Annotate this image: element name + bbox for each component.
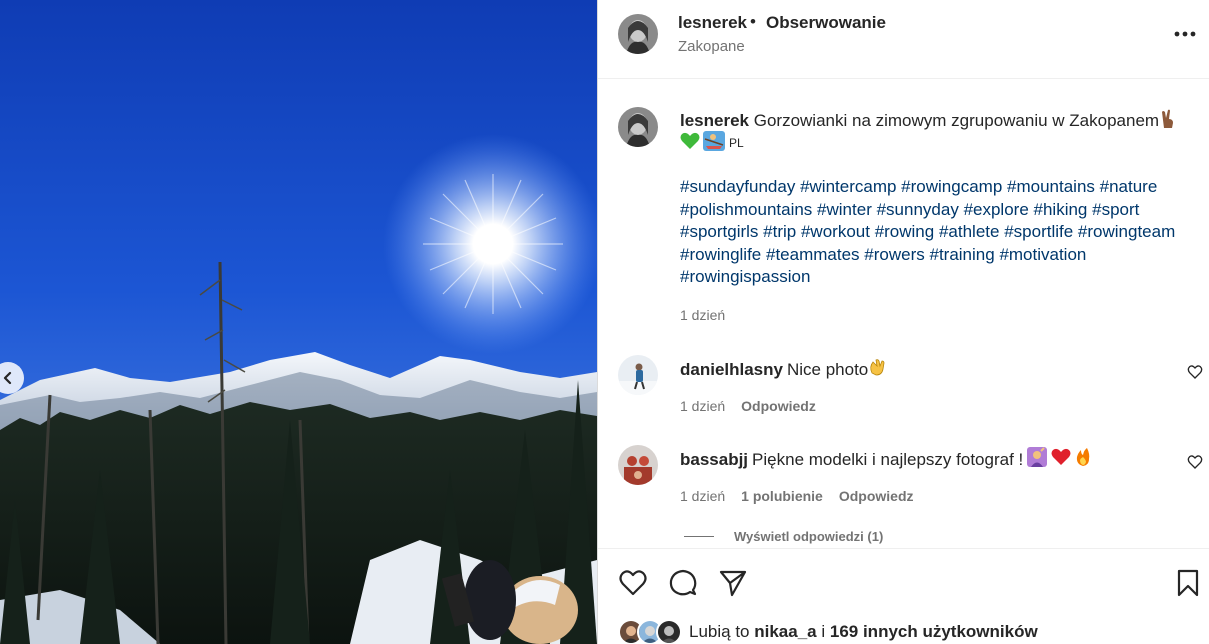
likes-text: Lubią to nikaa_a i 169 innych użytkownik… xyxy=(689,622,1038,642)
replies-divider-line xyxy=(684,536,714,537)
comment-timestamp[interactable]: 1 dzień xyxy=(680,488,725,504)
hashtag-link[interactable]: #rowinglife xyxy=(680,245,761,264)
red-heart-emoji xyxy=(1051,448,1071,472)
hashtag-link[interactable]: #rowingteam xyxy=(1078,222,1175,241)
hashtag-link[interactable]: #hiking xyxy=(1034,200,1088,219)
like-comment-button[interactable] xyxy=(1187,364,1203,380)
liker-avatar xyxy=(656,619,682,644)
hashtag-link[interactable]: #rowers xyxy=(864,245,924,264)
comment-line: danielhlasny Nice photo xyxy=(680,357,888,383)
comment-item: danielhlasny Nice photo 1 dzień Odpowied… xyxy=(598,355,1209,445)
post-photo[interactable] xyxy=(0,0,597,644)
hashtag-link[interactable]: #sport xyxy=(1092,200,1139,219)
clapping-hands-emoji xyxy=(868,357,888,383)
likes-summary: Lubią to nikaa_a i 169 innych użytkownik… xyxy=(618,619,1038,644)
author-avatar[interactable] xyxy=(618,14,658,54)
post-details-panel: lesnerek • Obserwowanie Zakopane lesnere… xyxy=(598,0,1209,644)
view-replies-label: Wyświetl odpowiedzi (1) xyxy=(734,529,884,544)
fire-emoji xyxy=(1075,447,1091,473)
comment-username[interactable]: danielhlasny xyxy=(680,359,783,381)
post-action-bar: Lubią to nikaa_a i 169 innych użytkownik… xyxy=(598,548,1209,644)
like-button[interactable] xyxy=(618,568,648,598)
caption-text: Gorzowianki na zimowym zgrupowaniu w Zak… xyxy=(753,111,1160,130)
comment-button[interactable] xyxy=(668,568,698,598)
comment-timestamp[interactable]: 1 dzień xyxy=(680,398,725,414)
chevron-left-icon xyxy=(3,371,12,385)
author-username[interactable]: lesnerek xyxy=(678,13,747,33)
commenter-avatar[interactable] xyxy=(618,445,658,485)
save-button[interactable] xyxy=(1173,568,1203,598)
likes-conjunction: i xyxy=(821,622,826,641)
caption: lesnerek Gorzowianki na zimowym zgrupowa… xyxy=(680,109,1200,135)
likes-prefix: Lubią to xyxy=(689,622,750,641)
reply-button[interactable]: Odpowiedz xyxy=(741,398,816,414)
bookmark-icon xyxy=(1177,569,1199,597)
hashtag-link[interactable]: #mountains xyxy=(1007,177,1095,196)
rowing-person-emoji xyxy=(703,130,725,156)
following-button[interactable]: Obserwowanie xyxy=(766,13,886,33)
hashtag-link[interactable]: #rowing xyxy=(875,222,935,241)
other-likers-link[interactable]: 169 innych użytkowników xyxy=(830,622,1038,641)
victory-hand-emoji xyxy=(1160,109,1176,135)
comment-meta: 1 dzień Odpowiedz xyxy=(680,398,816,414)
flag-pl-label: PL xyxy=(729,136,744,150)
like-comment-button[interactable] xyxy=(1187,454,1203,470)
hashtag-link[interactable]: #workout xyxy=(801,222,870,241)
comment-item: bassabjj Piękne modelki i najlepszy foto… xyxy=(598,445,1209,535)
comment-meta: 1 dzień 1 polubienie Odpowiedz xyxy=(680,488,914,504)
heart-outline-icon xyxy=(1187,365,1203,379)
post-location[interactable]: Zakopane xyxy=(678,38,745,55)
comment-icon xyxy=(669,569,697,596)
hashtag-link[interactable]: #sportlife xyxy=(1004,222,1073,241)
caption-emoji-line: PL xyxy=(680,130,744,156)
share-icon xyxy=(719,570,747,597)
hashtag-link[interactable]: #trip xyxy=(763,222,796,241)
comment-username[interactable]: bassabjj xyxy=(680,449,748,471)
hashtag-link[interactable]: #explore xyxy=(964,200,1029,219)
hashtag-link[interactable]: #rowingispassion xyxy=(680,267,810,286)
comment-likes-count[interactable]: 1 polubienie xyxy=(741,488,823,504)
hashtag-link[interactable]: #athlete xyxy=(939,222,1000,241)
heart-icon xyxy=(619,570,647,596)
hashtag-link[interactable]: #nature xyxy=(1100,177,1158,196)
caption-timestamp[interactable]: 1 dzień xyxy=(680,307,725,323)
comment-text: Nice photo xyxy=(786,360,869,379)
liker-username[interactable]: nikaa_a xyxy=(754,622,816,641)
comment-line: bassabjj Piękne modelki i najlepszy foto… xyxy=(680,447,1091,473)
hashtag-link[interactable]: #sunnyday xyxy=(877,200,959,219)
separator-dot: • xyxy=(750,12,756,31)
caption-username[interactable]: lesnerek xyxy=(680,111,749,130)
share-button[interactable] xyxy=(718,568,748,598)
commenter-avatar[interactable] xyxy=(618,355,658,395)
heart-outline-icon xyxy=(1187,455,1203,469)
comment-text: Piękne modelki i najlepszy fotograf ! xyxy=(752,450,1024,469)
hashtag-link[interactable]: #motivation xyxy=(999,245,1086,264)
hashtag-link[interactable]: #sundayfunday xyxy=(680,177,795,196)
post-header: lesnerek • Obserwowanie Zakopane xyxy=(598,0,1209,79)
hashtag-list: #sundayfunday #wintercamp #rowingcamp #m… xyxy=(680,176,1195,289)
hashtag-link[interactable]: #polishmountains xyxy=(680,200,812,219)
hashtag-link[interactable]: #rowingcamp xyxy=(901,177,1002,196)
green-heart-emoji xyxy=(680,132,700,155)
caption-author-avatar[interactable] xyxy=(618,107,658,147)
hashtag-link[interactable]: #sportgirls xyxy=(680,222,758,241)
hashtag-link[interactable]: #wintercamp xyxy=(800,177,896,196)
view-replies-button[interactable]: Wyświetl odpowiedzi (1) xyxy=(684,529,883,544)
hashtag-link[interactable]: #training xyxy=(929,245,994,264)
woman-raising-hand-emoji xyxy=(1027,447,1048,473)
comments-section[interactable]: lesnerek Gorzowianki na zimowym zgrupowa… xyxy=(598,80,1209,547)
more-options-button[interactable] xyxy=(1170,24,1200,44)
more-horizontal-icon xyxy=(1174,31,1196,37)
reply-button[interactable]: Odpowiedz xyxy=(839,488,914,504)
hashtag-link[interactable]: #teammates xyxy=(766,245,860,264)
hashtag-link[interactable]: #winter xyxy=(817,200,872,219)
